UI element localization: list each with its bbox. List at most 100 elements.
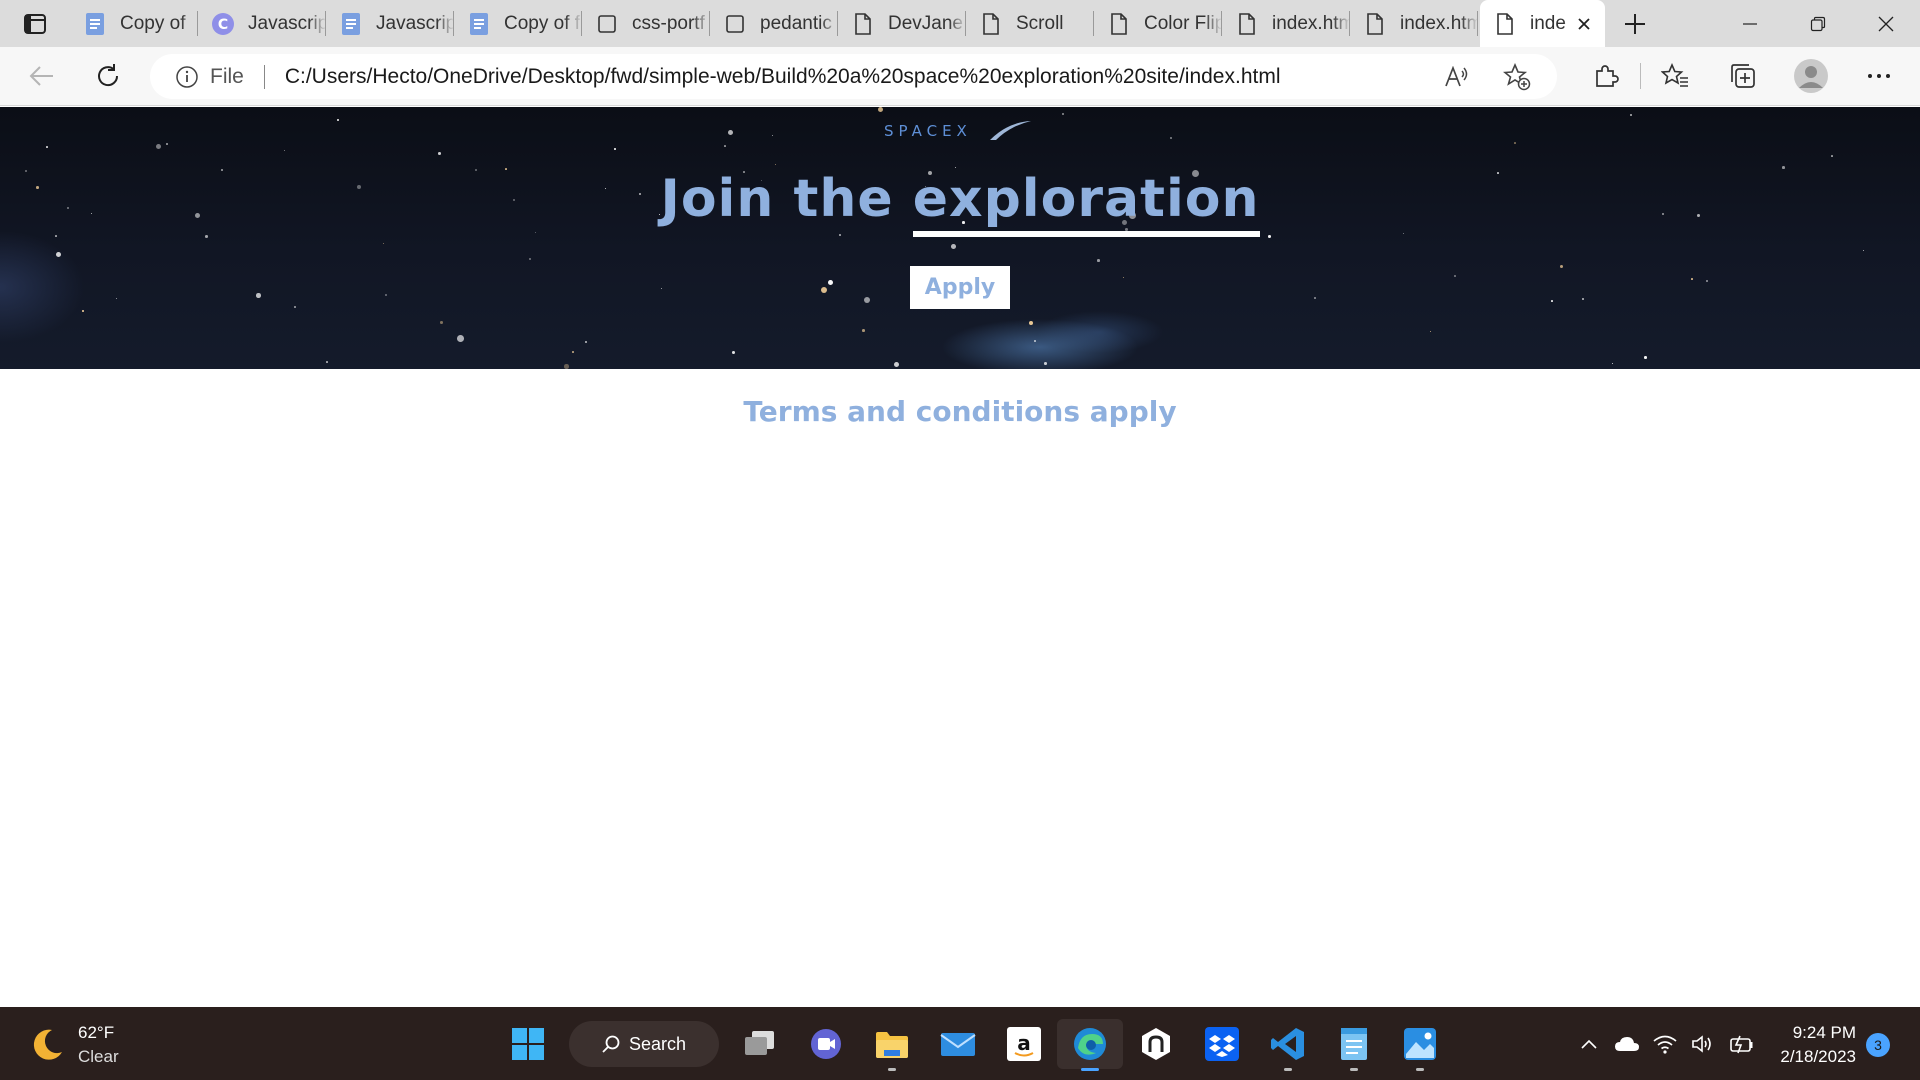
clock[interactable]: 9:24 PM 2/18/2023	[1770, 1021, 1856, 1069]
tab-color-flipper[interactable]: Color Flip	[1094, 0, 1222, 47]
notification-badge[interactable]: 3	[1866, 1033, 1890, 1057]
tab-pedantic[interactable]: pedantic	[710, 0, 838, 47]
file-explorer-app[interactable]	[859, 1019, 925, 1071]
star	[166, 143, 168, 145]
star	[1314, 297, 1316, 299]
wifi-button[interactable]	[1646, 1024, 1684, 1064]
star	[1644, 356, 1647, 359]
tab-label: Copy of	[120, 12, 186, 34]
tab-label: inde	[1530, 12, 1566, 34]
star	[732, 351, 735, 354]
restore-button[interactable]	[1784, 0, 1852, 47]
tab-label: Copy of f	[504, 12, 581, 34]
star	[46, 146, 48, 148]
tab-index-1[interactable]: index.htm	[1222, 0, 1350, 47]
new-tab-button[interactable]	[1605, 0, 1665, 47]
apply-button[interactable]: Apply	[910, 266, 1010, 309]
tab-scroll[interactable]: Scroll	[966, 0, 1094, 47]
read-aloud-button[interactable]	[1427, 53, 1487, 101]
star	[1034, 340, 1036, 342]
task-view-button[interactable]	[727, 1019, 793, 1069]
terms-text: Terms and conditions apply	[743, 395, 1177, 428]
weather-widget[interactable]: 62°F Clear	[28, 1021, 119, 1069]
page-icon	[1492, 11, 1518, 37]
arrow-left-icon	[29, 66, 53, 86]
battery-button[interactable]	[1722, 1024, 1760, 1064]
start-button[interactable]	[495, 1019, 561, 1069]
chevron-up-icon	[1581, 1039, 1597, 1049]
tab-javascript-1[interactable]: C Javascrip	[198, 0, 326, 47]
photos-app[interactable]	[1387, 1019, 1453, 1071]
toolbar-actions	[1572, 52, 1913, 100]
weather-temp: 62°F	[78, 1023, 115, 1042]
notepad-app[interactable]	[1321, 1019, 1387, 1071]
star-add-icon	[1503, 62, 1531, 90]
extensions-button[interactable]	[1572, 52, 1640, 100]
show-hidden-icons-button[interactable]	[1570, 1024, 1608, 1064]
collections-button[interactable]	[1709, 52, 1777, 100]
notepad-icon	[1341, 1028, 1367, 1060]
info-icon[interactable]	[174, 64, 200, 90]
profile-button[interactable]	[1777, 52, 1845, 100]
star	[821, 287, 828, 294]
favorites-button[interactable]	[1641, 52, 1709, 100]
tab-devjane[interactable]: DevJane	[838, 0, 966, 47]
mail-app[interactable]	[925, 1019, 991, 1069]
close-tab-icon[interactable]	[1573, 13, 1595, 35]
tab-index-2[interactable]: index.htm	[1350, 0, 1478, 47]
teams-chat-app[interactable]	[793, 1019, 859, 1069]
c-logo-icon: C	[210, 11, 236, 37]
plus-icon	[1625, 13, 1645, 34]
settings-more-button[interactable]	[1845, 52, 1913, 100]
close-window-button[interactable]	[1852, 0, 1920, 47]
tab-copy-of-1[interactable]: Copy of	[70, 0, 198, 47]
star	[1582, 298, 1584, 300]
tab-actions-button[interactable]	[0, 0, 70, 47]
tab-label: index.htm	[1272, 12, 1350, 34]
back-button[interactable]	[14, 52, 70, 100]
edge-icon	[1074, 1028, 1106, 1060]
dropbox-app[interactable]	[1189, 1019, 1255, 1069]
tab-copy-of-2[interactable]: Copy of f	[454, 0, 582, 47]
star	[256, 293, 261, 298]
running-indicator	[888, 1068, 896, 1071]
github-app[interactable]	[1123, 1019, 1189, 1069]
moon-icon	[33, 1029, 62, 1060]
star	[585, 341, 588, 344]
star	[1170, 137, 1173, 140]
refresh-icon	[98, 64, 119, 87]
tab-label: Color Flip	[1144, 12, 1222, 34]
task-view-icon	[745, 1031, 774, 1055]
star	[1268, 235, 1271, 238]
onedrive-button[interactable]	[1608, 1024, 1646, 1064]
star	[564, 364, 569, 369]
star	[951, 244, 956, 249]
volume-button[interactable]	[1684, 1024, 1722, 1064]
tab-actions-icon	[24, 13, 46, 34]
page-icon	[1234, 11, 1260, 37]
tab-css-portfolio[interactable]: css-portf	[582, 0, 710, 47]
address-bar[interactable]: File C:/Users/Hecto/OneDrive/Desktop/fwd…	[150, 54, 1557, 99]
running-indicator	[1416, 1068, 1424, 1071]
minimize-button[interactable]	[1716, 0, 1784, 47]
star	[326, 361, 328, 363]
vscode-app[interactable]	[1255, 1019, 1321, 1071]
star	[438, 152, 441, 155]
tab-active-index[interactable]: inde	[1480, 0, 1605, 47]
scheme-label: File	[210, 64, 244, 88]
star	[1831, 155, 1833, 157]
refresh-button[interactable]	[80, 52, 136, 100]
edge-app[interactable]	[1057, 1019, 1123, 1071]
star	[839, 234, 841, 236]
amazon-app[interactable]: a	[991, 1019, 1057, 1069]
taskbar-search[interactable]: Search	[569, 1021, 719, 1067]
puzzle-icon	[1596, 65, 1619, 87]
tab-label: pedantic	[760, 12, 832, 34]
hero-title: Join the exploration	[0, 169, 1920, 237]
star	[1403, 233, 1405, 235]
url-text[interactable]: C:/Users/Hecto/OneDrive/Desktop/fwd/simp…	[285, 65, 1281, 89]
star	[724, 145, 726, 147]
tab-javascript-2[interactable]: Javascrip	[326, 0, 454, 47]
star	[728, 130, 734, 136]
add-favorite-button[interactable]	[1487, 53, 1547, 101]
